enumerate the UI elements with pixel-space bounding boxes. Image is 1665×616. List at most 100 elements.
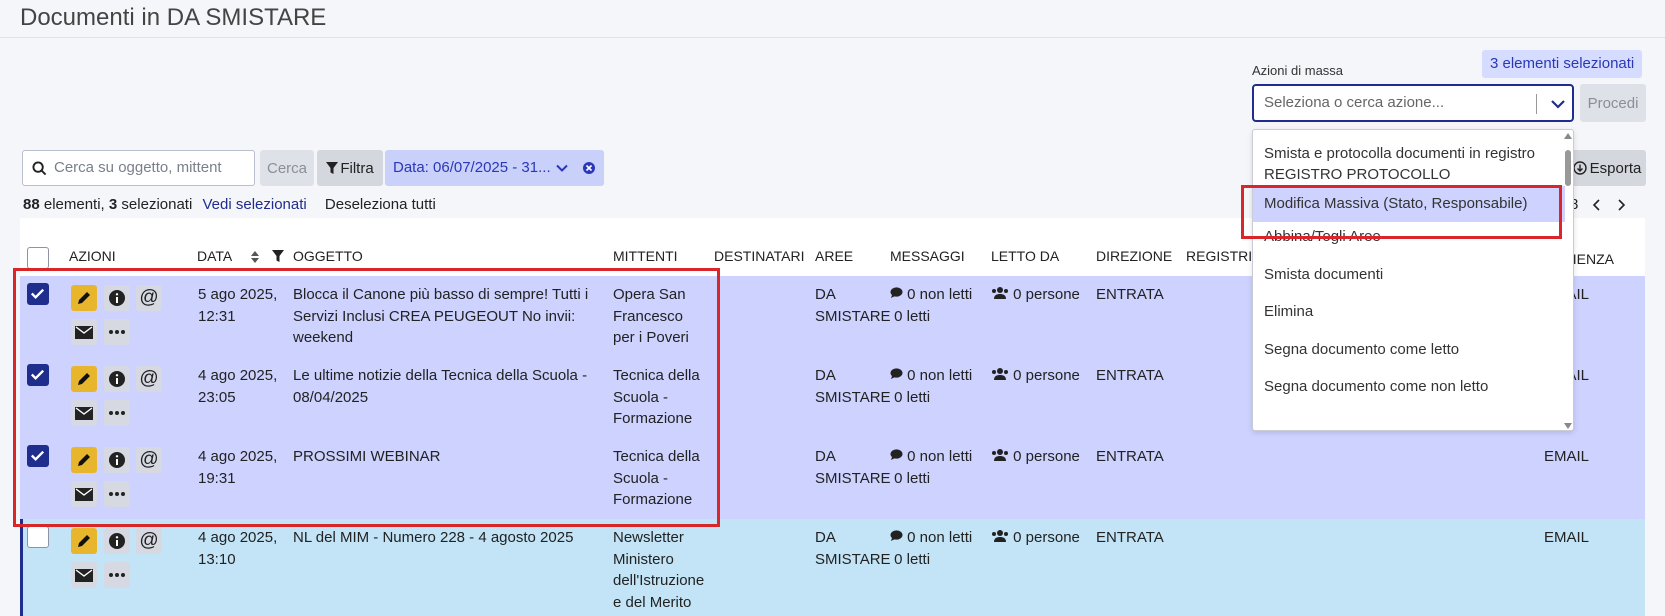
more-icon (109, 492, 125, 496)
scroll-up-icon[interactable] (1564, 133, 1572, 139)
info-button[interactable] (104, 366, 130, 392)
sender-cell: Opera San Francesco per i Poveri (613, 286, 689, 346)
mail-button[interactable] (71, 400, 97, 426)
dropdown-option-highlighted[interactable]: Modifica Massiva (Stato, Responsabile) (1253, 186, 1565, 222)
date-filter-chip[interactable]: Data: 06/07/2025 - 31... (385, 150, 604, 186)
area-line: SMISTARE (815, 469, 891, 487)
table-row[interactable]: @ 4 ago 2025, 13:10 NL del MIM - Numero 2… (20, 519, 1645, 616)
dropdown-option[interactable]: Smista e protocolla documenti in registr… (1253, 143, 1565, 185)
more-button[interactable] (104, 481, 130, 507)
table-row[interactable]: @ 4 ago 2025, 19:31 PROSSIMI WEBINAR Tecn… (20, 438, 1645, 519)
export-button-label: Esporta (1589, 159, 1642, 177)
info-button[interactable] (104, 528, 130, 554)
more-icon (109, 330, 125, 334)
view-selected-link[interactable]: Vedi selezionati (202, 196, 306, 213)
chevron-left-icon[interactable] (1592, 198, 1602, 211)
filter-button[interactable]: Filtra (317, 150, 383, 186)
mail-button[interactable] (71, 481, 97, 507)
search-input[interactable] (54, 159, 249, 176)
direction-cell: ENTRATA (1096, 367, 1164, 384)
info-button[interactable] (104, 285, 130, 311)
subject-cell[interactable]: PROSSIMI WEBINAR (293, 446, 593, 468)
users-icon (992, 449, 1008, 461)
row-checkbox[interactable] (27, 445, 49, 467)
proceed-button[interactable]: Procedi (1580, 84, 1646, 122)
dropdown-option[interactable]: Segna documento come letto (1253, 339, 1565, 360)
select-divider (1536, 94, 1537, 114)
read-by-value: 0 persone (1013, 286, 1080, 303)
filter-icon[interactable] (272, 250, 284, 263)
pencil-icon (78, 373, 90, 385)
deselect-all-link[interactable]: Deseleziona tutti (325, 196, 436, 213)
direction-cell: ENTRATA (1096, 529, 1164, 546)
date-cell: 4 ago 2025, 23:05 (198, 365, 278, 408)
at-button[interactable]: @ (136, 366, 162, 392)
mail-button[interactable] (71, 562, 97, 588)
mass-actions-label: Azioni di massa (1252, 63, 1344, 78)
header-data[interactable]: DATA (197, 248, 232, 264)
search-field[interactable] (22, 150, 255, 186)
check-icon (30, 288, 45, 299)
dropdown-option[interactable]: Segna documento come non letto (1253, 376, 1565, 397)
total-count: 88 (23, 196, 40, 213)
more-icon (109, 411, 125, 415)
pencil-icon (78, 535, 90, 547)
chevron-right-icon[interactable] (1616, 198, 1626, 211)
scrollbar-thumb[interactable] (1565, 150, 1571, 186)
header-mittenti: MITTENTI (613, 248, 678, 264)
row-checkbox[interactable] (27, 526, 49, 548)
area-line: DA (815, 529, 836, 546)
subject-cell[interactable]: NL del MIM - Numero 228 - 4 agosto 2025 (293, 527, 593, 549)
at-button[interactable]: @ (136, 447, 162, 473)
messages-read: 0 letti (894, 550, 931, 568)
edit-button[interactable] (71, 285, 97, 311)
at-sign-icon: @ (139, 368, 159, 389)
dropdown-option[interactable]: Abbina/Togli Aree (1253, 226, 1565, 247)
dropdown-option[interactable]: Smista documenti (1253, 264, 1565, 285)
dropdown-scrollbar[interactable] (1563, 130, 1573, 430)
area-cell: DA SMISTARE (815, 365, 891, 408)
messages-unread: 0 non letti (907, 448, 973, 465)
row-checkbox[interactable] (27, 364, 49, 386)
mass-action-select[interactable] (1252, 84, 1574, 122)
more-button[interactable] (104, 319, 130, 345)
sort-icon[interactable] (250, 250, 260, 264)
users-icon (992, 287, 1008, 299)
info-button[interactable] (104, 447, 130, 473)
dropdown-option[interactable]: Elimina (1253, 301, 1565, 322)
row-checkbox[interactable] (27, 283, 49, 305)
sender-cell: Newsletter Ministero dell'Istruzione e d… (613, 529, 705, 611)
selection-summary: 88 elementi, 3 selezionati Vedi selezion… (23, 196, 436, 213)
date-line: 4 ago 2025, (198, 448, 278, 465)
sender-cell: Tecnica della Scuola - Formazione (613, 367, 700, 427)
more-button[interactable] (104, 400, 130, 426)
subject-cell[interactable]: Blocca il Canone più basso di sempre! Tu… (293, 284, 593, 349)
header-oggetto: OGGETTO (293, 248, 363, 264)
edit-button[interactable] (71, 447, 97, 473)
date-line: 4 ago 2025, (198, 529, 278, 546)
select-all-checkbox[interactable] (27, 247, 49, 269)
edit-button[interactable] (71, 366, 97, 392)
mail-button[interactable] (71, 319, 97, 345)
search-icon (32, 161, 47, 176)
close-icon[interactable] (582, 161, 596, 175)
date-cell: 4 ago 2025, 13:10 (198, 527, 278, 570)
chat-icon (890, 287, 903, 298)
at-button[interactable]: @ (136, 528, 162, 554)
subject-cell[interactable]: Le ultime notizie della Tecnica della Sc… (293, 365, 593, 408)
scroll-down-icon[interactable] (1564, 423, 1572, 429)
mass-action-search-input[interactable] (1264, 94, 1514, 111)
info-icon (109, 371, 125, 387)
download-icon (1572, 161, 1587, 175)
search-button[interactable]: Cerca (260, 150, 314, 186)
messages-read: 0 letti (894, 388, 931, 406)
chevron-down-icon[interactable] (1546, 92, 1570, 116)
export-button[interactable]: Esporta (1568, 150, 1646, 186)
date-cell: 4 ago 2025, 19:31 (198, 446, 278, 489)
at-button[interactable]: @ (136, 285, 162, 311)
edit-button[interactable] (71, 528, 97, 554)
time-line: 12:31 (198, 307, 236, 325)
chevron-down-icon[interactable] (555, 161, 569, 175)
provenance-cell: EMAIL (1544, 448, 1590, 465)
more-button[interactable] (104, 562, 130, 588)
